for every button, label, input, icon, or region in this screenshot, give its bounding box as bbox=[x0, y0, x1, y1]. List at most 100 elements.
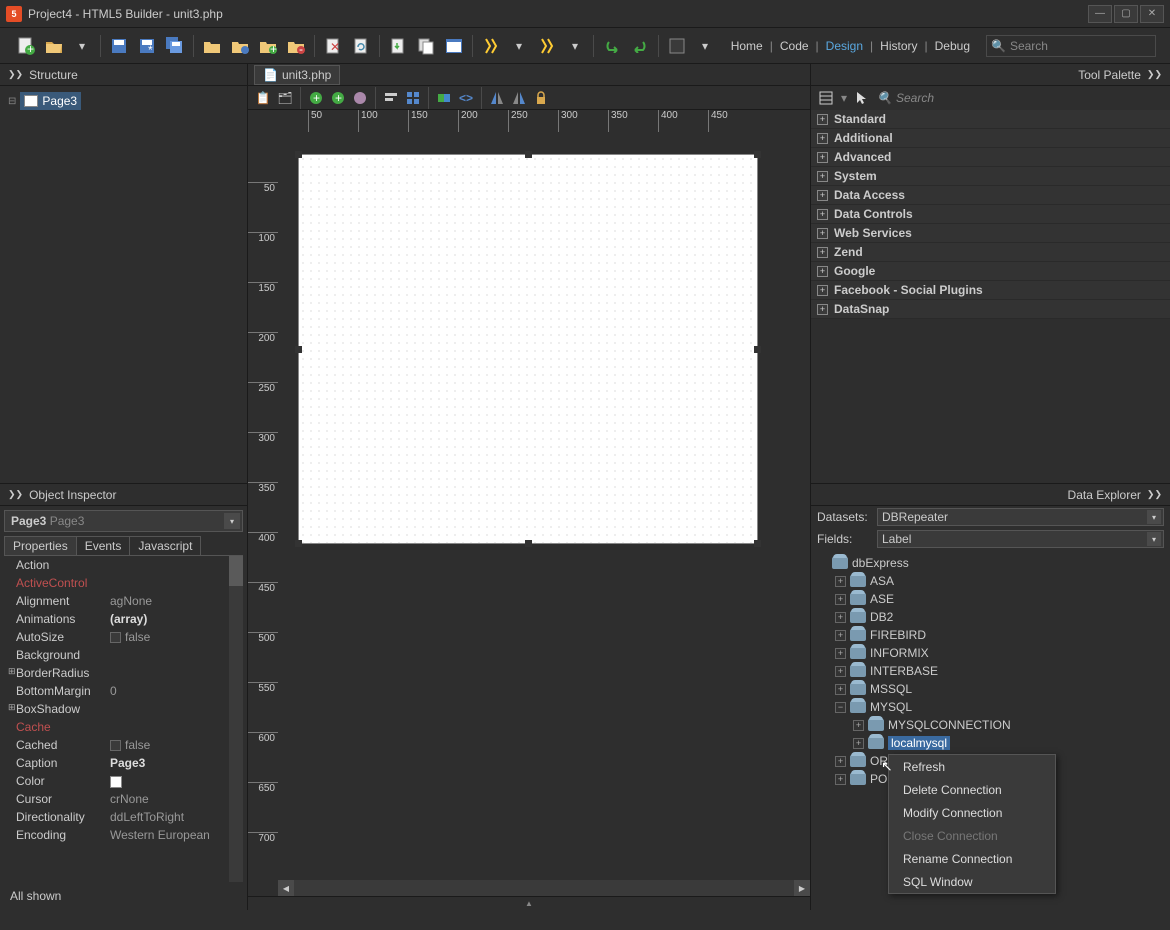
expand-icon[interactable]: + bbox=[817, 285, 828, 296]
maximize-button[interactable]: ▢ bbox=[1114, 5, 1138, 23]
doc-delete-icon[interactable]: ✕ bbox=[321, 34, 345, 58]
doc-refresh-icon[interactable] bbox=[349, 34, 373, 58]
doc-down-icon[interactable] bbox=[386, 34, 410, 58]
property-row[interactable]: BoxShadow bbox=[4, 700, 243, 718]
palette-header[interactable]: Tool Palette ❯❯ bbox=[811, 64, 1170, 86]
run-dropdown-icon[interactable]: ▾ bbox=[507, 34, 531, 58]
expand-icon[interactable]: + bbox=[835, 630, 846, 641]
tab-events[interactable]: Events bbox=[76, 536, 131, 555]
expand-icon[interactable]: + bbox=[835, 594, 846, 605]
expand-icon[interactable]: + bbox=[817, 171, 828, 182]
view-home[interactable]: Home bbox=[731, 39, 763, 53]
db-node[interactable]: +FIREBIRD bbox=[817, 626, 1164, 644]
inspector-header[interactable]: ❯❯ Object Inspector bbox=[0, 484, 247, 506]
property-row[interactable]: Background bbox=[4, 646, 243, 664]
new-file-icon[interactable]: + bbox=[14, 34, 38, 58]
scrollbar[interactable] bbox=[229, 556, 243, 882]
expand-icon[interactable]: + bbox=[835, 684, 846, 695]
pointer-icon[interactable] bbox=[853, 89, 871, 107]
select-icon[interactable] bbox=[351, 89, 369, 107]
view-history[interactable]: History bbox=[880, 39, 917, 53]
property-row[interactable]: Color bbox=[4, 772, 243, 790]
db-node[interactable]: +ASA bbox=[817, 572, 1164, 590]
view-debug[interactable]: Debug bbox=[935, 39, 970, 53]
db-node[interactable]: +INTERBASE bbox=[817, 662, 1164, 680]
form-page3[interactable] bbox=[298, 154, 758, 544]
tab-properties[interactable]: Properties bbox=[4, 536, 77, 555]
expand-icon[interactable]: + bbox=[853, 720, 864, 731]
palette-category[interactable]: +DataSnap bbox=[811, 300, 1170, 319]
db-node[interactable]: +MYSQLCONNECTION bbox=[817, 716, 1164, 734]
folder-1-icon[interactable] bbox=[200, 34, 224, 58]
expand-icon[interactable]: + bbox=[817, 228, 828, 239]
property-row[interactable]: Cachedfalse bbox=[4, 736, 243, 754]
property-row[interactable]: BottomMargin0 bbox=[4, 682, 243, 700]
palette-category[interactable]: +System bbox=[811, 167, 1170, 186]
flip-v-icon[interactable] bbox=[510, 89, 528, 107]
grid-icon[interactable] bbox=[404, 89, 422, 107]
property-row[interactable]: EncodingWestern European bbox=[4, 826, 243, 844]
palette-category[interactable]: +Additional bbox=[811, 129, 1170, 148]
save-as-icon[interactable]: * bbox=[135, 34, 159, 58]
context-menu-item[interactable]: Delete Connection bbox=[889, 778, 1055, 801]
expand-icon[interactable]: + bbox=[835, 756, 846, 767]
flip-h-icon[interactable] bbox=[488, 89, 506, 107]
db-node[interactable]: −MYSQL bbox=[817, 698, 1164, 716]
palette-category[interactable]: +Advanced bbox=[811, 148, 1170, 167]
fields-combo[interactable]: Label ▾ bbox=[877, 530, 1164, 548]
property-row[interactable]: Animations(array) bbox=[4, 610, 243, 628]
expand-icon[interactable]: − bbox=[835, 702, 846, 713]
db-node[interactable]: +ASE bbox=[817, 590, 1164, 608]
expand-icon[interactable]: + bbox=[817, 152, 828, 163]
expand-icon[interactable]: + bbox=[817, 247, 828, 258]
expand-icon[interactable]: + bbox=[817, 114, 828, 125]
db-node[interactable]: +DB2 bbox=[817, 608, 1164, 626]
property-row[interactable]: DirectionalityddLeftToRight bbox=[4, 808, 243, 826]
folder-2-icon[interactable] bbox=[228, 34, 252, 58]
doc-copy-icon[interactable] bbox=[414, 34, 438, 58]
design-canvas[interactable] bbox=[278, 132, 810, 880]
run2-icon[interactable] bbox=[535, 34, 559, 58]
property-row[interactable]: BorderRadius bbox=[4, 664, 243, 682]
scroll-left-icon[interactable]: ◀ bbox=[278, 880, 294, 896]
context-menu-item[interactable]: Modify Connection bbox=[889, 801, 1055, 824]
close-button[interactable]: ✕ bbox=[1140, 5, 1164, 23]
palette-category[interactable]: +Data Controls bbox=[811, 205, 1170, 224]
palette-category[interactable]: +Web Services bbox=[811, 224, 1170, 243]
toggle-icon[interactable] bbox=[435, 89, 453, 107]
property-row[interactable]: CursorcrNone bbox=[4, 790, 243, 808]
datasets-combo[interactable]: DBRepeater ▾ bbox=[877, 508, 1164, 526]
expand-icon[interactable]: + bbox=[835, 648, 846, 659]
db-node[interactable]: +INFORMIX bbox=[817, 644, 1164, 662]
expand-icon[interactable]: + bbox=[817, 209, 828, 220]
palette-category[interactable]: +Zend bbox=[811, 243, 1170, 262]
dropdown-icon[interactable]: ▾ bbox=[1147, 532, 1161, 546]
palette-search[interactable]: 🔍 Search bbox=[877, 89, 1164, 107]
expand-icon[interactable]: + bbox=[835, 666, 846, 677]
property-row[interactable]: ActiveControl bbox=[4, 574, 243, 592]
code-icon[interactable]: <> bbox=[457, 89, 475, 107]
run-icon[interactable] bbox=[479, 34, 503, 58]
context-menu-item[interactable]: Refresh bbox=[889, 755, 1055, 778]
scroll-right-icon[interactable]: ▶ bbox=[794, 880, 810, 896]
property-row[interactable]: CaptionPage3 bbox=[4, 754, 243, 772]
context-menu-item[interactable]: Rename Connection bbox=[889, 847, 1055, 870]
expand-icon[interactable]: + bbox=[817, 304, 828, 315]
run2-dropdown-icon[interactable]: ▾ bbox=[563, 34, 587, 58]
horizontal-scrollbar[interactable]: ◀ ▶ bbox=[278, 880, 810, 896]
save-icon[interactable] bbox=[107, 34, 131, 58]
palette-category[interactable]: +Google bbox=[811, 262, 1170, 281]
tab-javascript[interactable]: Javascript bbox=[129, 536, 201, 555]
tree-item-page3[interactable]: Page3 bbox=[20, 92, 81, 110]
property-row[interactable]: Cache bbox=[4, 718, 243, 736]
expand-icon[interactable]: + bbox=[817, 266, 828, 277]
scroll-thumb[interactable] bbox=[229, 556, 243, 586]
palette-view-icon[interactable] bbox=[817, 89, 835, 107]
save-all-icon[interactable] bbox=[163, 34, 187, 58]
file-tab[interactable]: 📄 unit3.php bbox=[254, 65, 340, 85]
palette-category[interactable]: +Standard bbox=[811, 110, 1170, 129]
add2-icon[interactable]: + bbox=[329, 89, 347, 107]
folder-remove-icon[interactable]: - bbox=[284, 34, 308, 58]
property-row[interactable]: Action bbox=[4, 556, 243, 574]
open-icon[interactable] bbox=[42, 34, 66, 58]
